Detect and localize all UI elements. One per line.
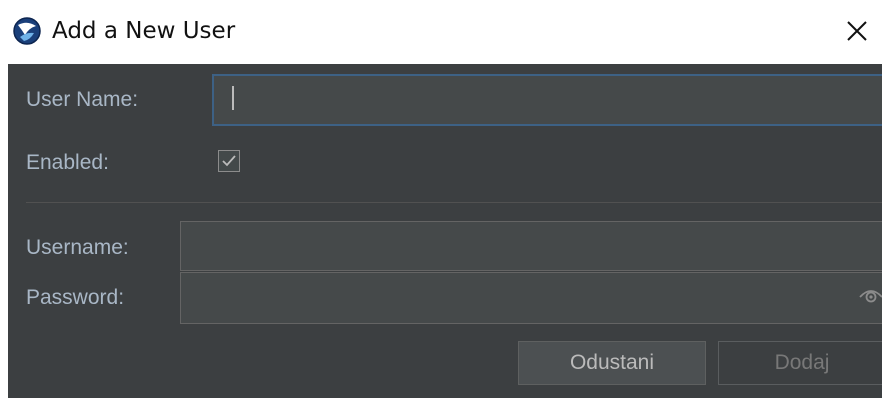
user-name-label: User Name: — [26, 88, 139, 111]
enabled-label: Enabled: — [26, 151, 109, 174]
enabled-checkbox[interactable] — [218, 150, 240, 172]
text-caret — [232, 86, 234, 110]
title-bar: Add a New User — [0, 0, 882, 64]
cancel-button[interactable]: Odustani — [518, 341, 706, 385]
password-input[interactable] — [180, 272, 882, 324]
add-user-dialog: User Name: Enabled: Username: Password: … — [0, 64, 882, 398]
section-divider — [26, 202, 882, 203]
add-button[interactable]: Dodaj — [718, 341, 882, 385]
checkmark-icon — [222, 155, 236, 167]
close-button[interactable] — [838, 12, 876, 50]
window-title: Add a New User — [52, 18, 236, 44]
eye-icon[interactable] — [857, 283, 882, 307]
password-label: Password: — [26, 286, 125, 309]
username-label: Username: — [26, 236, 129, 259]
username-input[interactable] — [180, 221, 882, 271]
user-name-input[interactable] — [212, 74, 882, 126]
close-icon — [847, 21, 867, 41]
app-logo-icon — [13, 17, 41, 45]
